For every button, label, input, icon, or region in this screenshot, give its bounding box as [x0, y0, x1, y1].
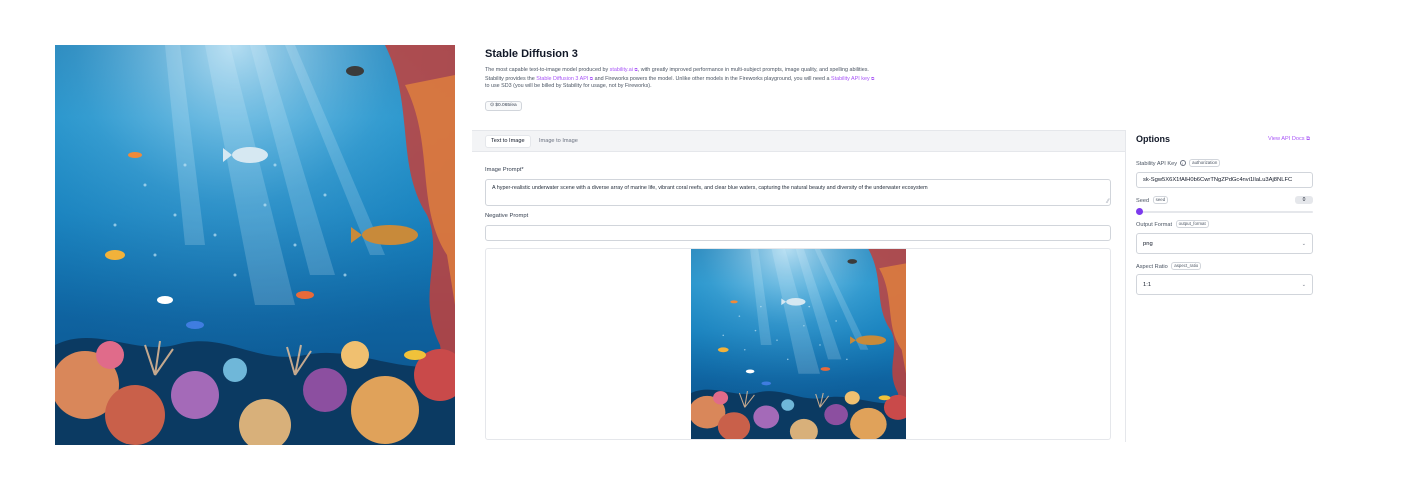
- seed-slider-handle[interactable]: [1136, 208, 1143, 215]
- seed-label-text: Seed: [1136, 198, 1150, 204]
- negative-prompt-label: Negative Prompt: [485, 213, 529, 219]
- external-link-icon: ⧉: [589, 75, 594, 81]
- stability-api-key-link[interactable]: Stability API key: [831, 76, 870, 82]
- resize-grip-icon[interactable]: ⁄⁄: [1107, 199, 1109, 205]
- generation-panel: Text to Image Image to Image Image Promp…: [472, 130, 1125, 442]
- chevron-down-icon: ⌄: [1301, 281, 1306, 288]
- panel-divider: [1125, 130, 1126, 442]
- price-badge: ⊙ $0.065/ea: [485, 101, 522, 111]
- info-icon[interactable]: i: [1179, 160, 1186, 166]
- api-key-label: Stability API Key i authorization: [1136, 159, 1221, 167]
- desc-text-5: to use SD3 (you will be billed by Stabil…: [485, 83, 652, 90]
- tab-text-to-image[interactable]: Text to Image: [485, 135, 531, 148]
- options-title: Options: [1136, 134, 1170, 144]
- output-format-label-text: Output Format: [1136, 222, 1173, 228]
- sd3-api-link[interactable]: Stable Diffusion 3 API: [536, 76, 588, 82]
- output-format-value: png: [1143, 240, 1153, 247]
- chevron-down-icon: ⌄: [1301, 240, 1306, 247]
- output-format-tag: output_format: [1175, 220, 1209, 228]
- output-format-label: Output Format output_format: [1136, 220, 1209, 228]
- aspect-ratio-select[interactable]: 1:1 ⌄: [1136, 274, 1313, 295]
- underwater-reef-image: [55, 45, 455, 445]
- external-link-icon: ⧉: [871, 75, 875, 81]
- aspect-ratio-label-text: Aspect Ratio: [1136, 264, 1168, 270]
- seed-tag: seed: [1152, 196, 1169, 204]
- page-title: Stable Diffusion 3: [485, 48, 578, 60]
- mode-tabs: Text to Image Image to Image: [472, 131, 1125, 152]
- aspect-ratio-label: Aspect Ratio aspect_ratio: [1136, 262, 1202, 270]
- image-prompt-label: Image Prompt*: [485, 167, 524, 173]
- desc-text-4: and Fireworks powers the model. Unlike o…: [594, 75, 830, 82]
- desc-text-2: , with greatly improved performance in m…: [637, 67, 869, 73]
- seed-label: Seed seed: [1136, 196, 1169, 204]
- api-key-input[interactable]: sk-Sgw5X6X1fAlH0b6CwrTNgZPdGc4nvi1llaLu3…: [1136, 172, 1313, 188]
- model-description: The most capable text-to-image model pro…: [485, 66, 955, 91]
- seed-value[interactable]: 0: [1295, 196, 1313, 204]
- api-key-tag: authorization: [1189, 159, 1221, 167]
- view-api-docs-link[interactable]: View API Docs ⧉: [1268, 136, 1310, 143]
- aspect-ratio-tag: aspect_ratio: [1171, 262, 1202, 270]
- stability-ai-link[interactable]: stability.ai: [610, 67, 633, 73]
- seed-slider-track[interactable]: [1138, 211, 1313, 213]
- api-key-value: sk-Sgw5X6X1fAlH0b6CwrTNgZPdGc4nvi1llaLu3…: [1143, 177, 1293, 183]
- underwater-reef-image: [691, 249, 906, 439]
- desc-text-3: Stability provides the: [485, 75, 535, 82]
- aspect-ratio-value: 1:1: [1143, 281, 1152, 288]
- api-key-label-text: Stability API Key: [1136, 161, 1178, 167]
- image-prompt-value: A hyper-realistic underwater scene with …: [492, 185, 928, 191]
- negative-prompt-input[interactable]: [485, 225, 1111, 241]
- image-prompt-textarea[interactable]: A hyper-realistic underwater scene with …: [485, 179, 1111, 206]
- desc-text-1: The most capable text-to-image model pro…: [485, 67, 609, 73]
- output-format-select[interactable]: png ⌄: [1136, 233, 1313, 254]
- tab-image-to-image[interactable]: Image to Image: [534, 135, 583, 148]
- output-image-area: [485, 248, 1111, 440]
